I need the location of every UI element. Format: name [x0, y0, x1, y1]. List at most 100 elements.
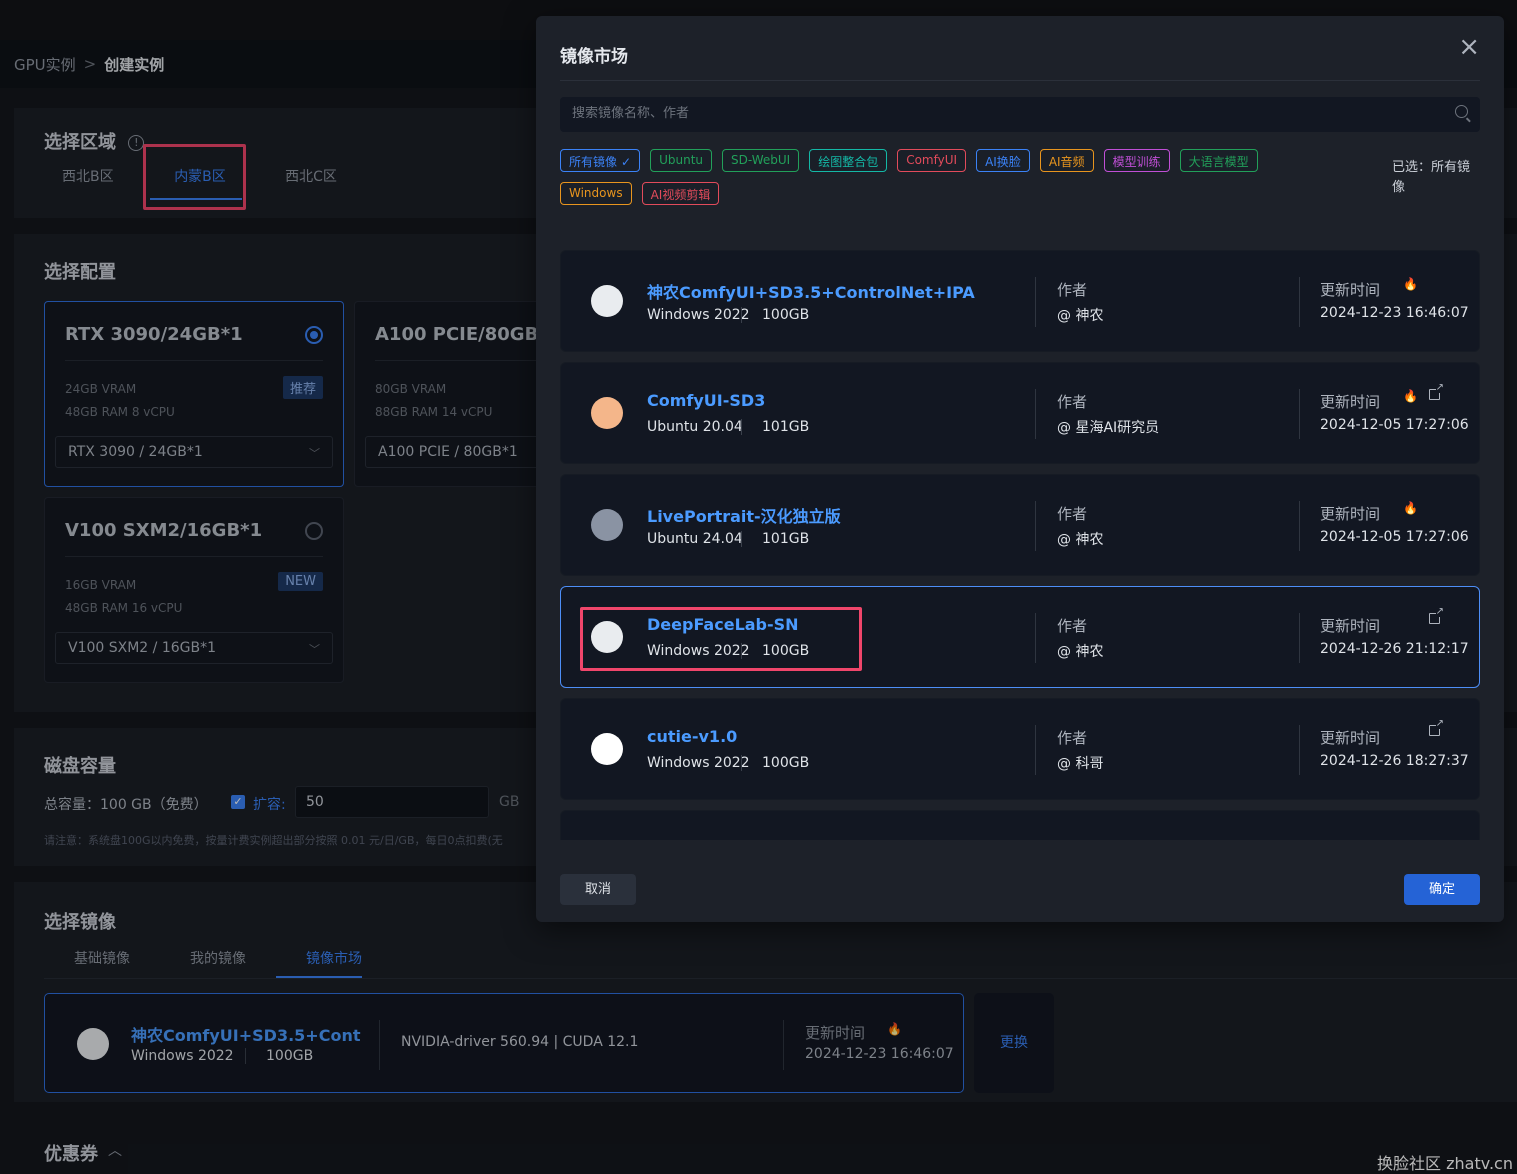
tag-filter[interactable]: AI换脸: [976, 149, 1030, 172]
tag-filter[interactable]: AI视频剪辑: [641, 182, 720, 205]
tag-label: 绘图整合包: [818, 155, 879, 169]
selected-image-driver: NVIDIA-driver 560.94 | CUDA 12.1: [401, 1034, 639, 1050]
gpu-name: RTX 3090/24GB*1: [65, 324, 243, 345]
gpu-ram: 88GB RAM 14 vCPU: [375, 405, 493, 419]
time-label: 更新时间: [1320, 505, 1381, 523]
gpu-name: A100 PCIE/80GB*1: [375, 324, 544, 345]
gpu-select[interactable]: RTX 3090 / 24GB*1 ﹀: [55, 436, 333, 468]
image-size: 100GB: [741, 307, 809, 323]
expand-checkbox[interactable]: ✓: [231, 795, 245, 809]
gpu-card-v100[interactable]: V100 SXM2/16GB*1 16GB VRAM 48GB RAM 16 v…: [44, 497, 344, 683]
image-name[interactable]: LivePortrait-汉化独立版: [647, 503, 841, 527]
region-title: 选择区域 !: [44, 128, 145, 154]
gpu-card-rtx3090[interactable]: RTX 3090/24GB*1 24GB VRAM 48GB RAM 8 vCP…: [44, 301, 344, 487]
gpu-name: V100 SXM2/16GB*1: [65, 520, 263, 541]
external-link-icon[interactable]: [1429, 607, 1444, 624]
disk-unit: GB: [499, 794, 520, 810]
disk-total: 总容量：100 GB（免费）: [44, 797, 208, 813]
divider: [1299, 613, 1300, 663]
tab-my-image[interactable]: 我的镜像: [160, 948, 276, 968]
modal-divider: [560, 80, 1480, 81]
tag-filter[interactable]: AI音频: [1039, 149, 1094, 172]
gpu-radio[interactable]: [305, 326, 323, 344]
image-size: 100GB: [741, 755, 809, 771]
image-size: 101GB: [741, 531, 809, 547]
image-name[interactable]: ComfyUI-SD3: [647, 391, 765, 410]
cancel-button[interactable]: 取消: [560, 874, 636, 905]
image-list-item[interactable]: 神农ComfyUI+SD3.5+ControlNet+IPA Windows 20…: [560, 250, 1480, 352]
time-label: 更新时间: [1320, 617, 1381, 635]
divider: [1299, 725, 1300, 775]
tab-baseline: [44, 978, 1517, 979]
gpu-divider: [375, 360, 543, 361]
config-title: 选择配置: [44, 262, 116, 283]
tag-label: 所有镜像: [569, 155, 618, 169]
fire-icon: 🔥: [1403, 277, 1418, 291]
image-list-item[interactable]: ComfyUI-SD3 Ubuntu 20.04 101GB 作者 @ 星海AI研究员 更…: [560, 362, 1480, 464]
selected-image-time: 2024-12-23 16:46:07: [805, 1046, 954, 1062]
author-label: 作者: [1057, 393, 1088, 411]
image-tabs: 基础镜像 我的镜像 镜像市场: [44, 948, 392, 968]
highlight-box: [580, 607, 862, 671]
gpu-card-a100[interactable]: A100 PCIE/80GB*1 80GB VRAM 88GB RAM 14 v…: [354, 301, 544, 487]
fire-icon: 🔥: [887, 1022, 902, 1036]
confirm-button[interactable]: 确定: [1404, 874, 1480, 905]
tag-label: SD-WebUI: [731, 153, 791, 167]
tag-label: AI音频: [1048, 155, 1085, 169]
tag-label: Ubuntu: [659, 153, 703, 167]
tag-filter-list: 所有镜像 ✓ Ubuntu SD-WebUI 绘图整合包 ComfyUI AI换脸 AI音频 模…: [560, 149, 1320, 205]
image-os: Windows 2022: [647, 307, 750, 323]
tab-base-image[interactable]: 基础镜像: [44, 948, 160, 968]
chevron-down-icon: ﹀: [309, 643, 320, 656]
disk-title: 磁盘容量: [44, 756, 116, 777]
chevron-up-icon[interactable]: ︿: [108, 1140, 122, 1160]
tag-label: 大语言模型: [1188, 155, 1249, 169]
image-name[interactable]: 神农ComfyUI+SD3.5+ControlNet+IPA: [647, 279, 975, 303]
tag-label: ComfyUI: [906, 153, 958, 167]
time-label: 更新时间: [805, 1024, 866, 1042]
tag-filter[interactable]: Windows: [560, 182, 632, 205]
gpu-ram: 48GB RAM 8 vCPU: [65, 405, 175, 419]
external-link-icon[interactable]: [1429, 719, 1444, 736]
divider: [379, 1020, 380, 1070]
selected-filter-label: 已选：所有镜像: [1392, 160, 1471, 195]
breadcrumb-current: 创建实例: [104, 55, 165, 74]
image-list-item[interactable]: cutie-v1.0 Windows 2022 100GB 作者 @ 科哥 更新时间 202…: [560, 698, 1480, 800]
image-list: 神农ComfyUI+SD3.5+ControlNet+IPA Windows 20…: [560, 250, 1480, 840]
tab-image-market[interactable]: 镜像市场: [276, 948, 392, 968]
selected-image-name: 神农ComfyUI+SD3.5+Contro···: [131, 1026, 361, 1045]
gpu-radio[interactable]: [305, 522, 323, 540]
close-icon[interactable]: ×: [1458, 32, 1480, 62]
tag-filter[interactable]: SD-WebUI: [722, 149, 800, 172]
info-icon[interactable]: !: [128, 135, 145, 151]
tag-filter[interactable]: 模型训练: [1103, 149, 1170, 172]
image-list-item[interactable]: LivePortrait-汉化独立版 Ubuntu 24.04 101GB 作者 @ 神…: [560, 474, 1480, 576]
gpu-select[interactable]: A100 PCIE / 80GB*1: [365, 436, 543, 468]
tag-filter[interactable]: 大语言模型: [1179, 149, 1258, 172]
selected-image-card[interactable]: 神农ComfyUI+SD3.5+Contro··· Windows 2022 1…: [44, 993, 964, 1093]
image-market-modal: 镜像市场 × 所有镜像✓ Ubuntu SD-WebUI 绘图整合包 ComfyUI AI…: [536, 16, 1504, 922]
external-link-icon[interactable]: [1429, 383, 1444, 400]
tag-filter[interactable]: 绘图整合包: [809, 149, 888, 172]
image-name[interactable]: cutie-v1.0: [647, 727, 737, 746]
check-icon: ✓: [621, 155, 632, 169]
gpu-select[interactable]: V100 SXM2 / 16GB*1 ﹀: [55, 632, 333, 664]
search-input[interactable]: [572, 106, 1432, 121]
gpu-vram: 16GB VRAM: [65, 578, 137, 592]
tag-filter[interactable]: ComfyUI: [897, 149, 967, 172]
tag-filter[interactable]: 所有镜像 ✓: [560, 149, 641, 172]
change-image-button[interactable]: 更换: [974, 993, 1054, 1093]
disk-note: 请注意：系统盘100G以内免费，按量计费实例超出部分按照 0.01 元/日/GB…: [44, 834, 503, 847]
region-tab-xibei-c[interactable]: 西北C区: [266, 166, 356, 186]
expand-input[interactable]: 50: [295, 786, 489, 818]
divider: [1035, 389, 1036, 439]
image-avatar: [591, 733, 623, 765]
region-tab-xibei-b[interactable]: 西北B区: [48, 166, 128, 186]
breadcrumb-parent[interactable]: GPU实例: [14, 54, 76, 75]
divider: [1299, 501, 1300, 551]
image-list-item[interactable]: [560, 810, 1480, 840]
tag-filter[interactable]: Ubuntu: [650, 149, 712, 172]
image-avatar: [77, 1028, 109, 1060]
search-icon[interactable]: [1455, 105, 1468, 118]
gpu-vram: 80GB VRAM: [375, 382, 447, 396]
